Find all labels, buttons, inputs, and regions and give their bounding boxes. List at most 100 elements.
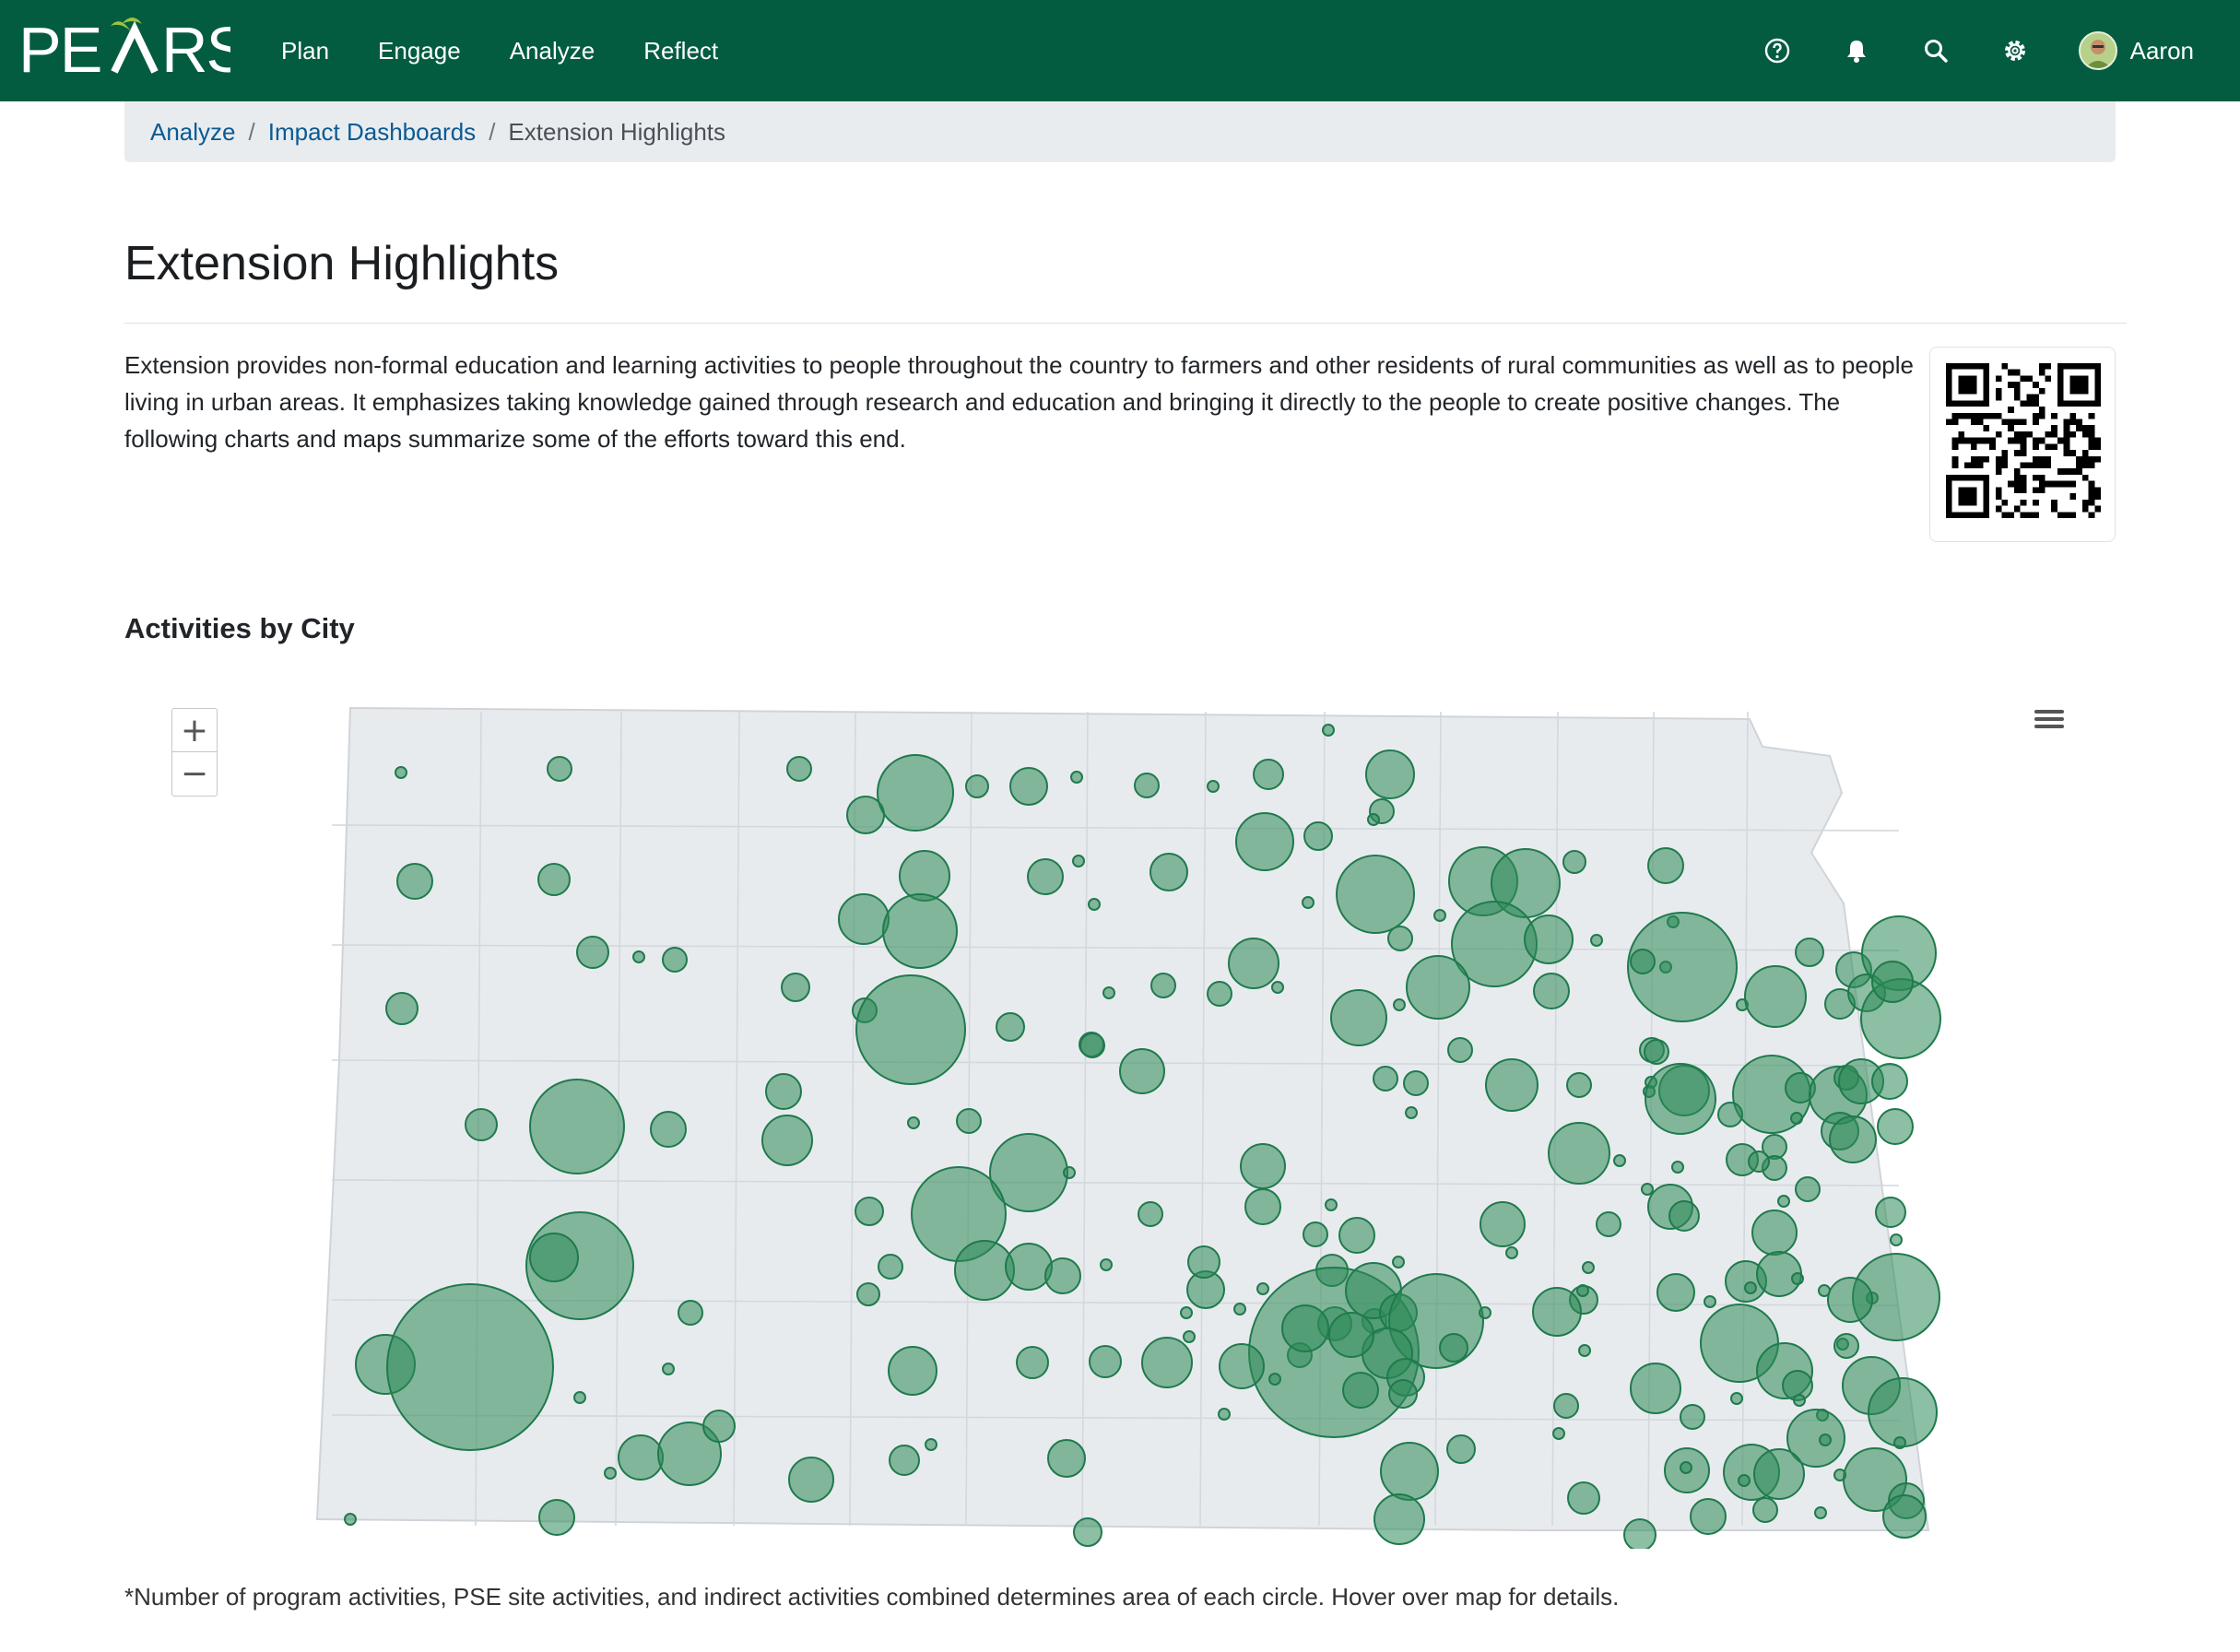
city-bubble[interactable]: [1877, 1108, 1914, 1145]
city-bubble[interactable]: [1553, 1393, 1579, 1419]
city-bubble[interactable]: [1532, 1287, 1582, 1337]
city-bubble[interactable]: [1446, 1434, 1476, 1464]
city-bubble[interactable]: [956, 1108, 982, 1134]
city-bubble[interactable]: [386, 1283, 554, 1451]
city-bubble[interactable]: [1235, 812, 1294, 871]
city-bubble[interactable]: [396, 863, 433, 900]
city-bubble[interactable]: [1668, 1200, 1700, 1232]
city-bubble[interactable]: [1303, 1221, 1328, 1247]
city-bubble[interactable]: [1480, 1201, 1526, 1247]
city-bubble[interactable]: [1829, 1115, 1877, 1163]
city-bubble[interactable]: [838, 893, 890, 945]
city-bubble[interactable]: [1548, 1122, 1610, 1185]
city-bubble[interactable]: [1893, 1436, 1906, 1449]
city-bubble[interactable]: [1744, 1281, 1757, 1294]
city-bubble[interactable]: [1752, 1497, 1778, 1523]
city-bubble[interactable]: [1871, 961, 1914, 1003]
city-bubble[interactable]: [1367, 813, 1380, 826]
city-bubble[interactable]: [788, 1457, 834, 1503]
city-bubble[interactable]: [618, 1434, 664, 1481]
city-bubble[interactable]: [395, 766, 407, 779]
city-bubble[interactable]: [650, 1111, 687, 1148]
city-bubble[interactable]: [529, 1233, 579, 1282]
city-bubble[interactable]: [1582, 1261, 1595, 1274]
city-bubble[interactable]: [1150, 973, 1176, 998]
city-bubble[interactable]: [1623, 1518, 1656, 1549]
city-bubble[interactable]: [1406, 955, 1470, 1020]
search-icon[interactable]: [1920, 35, 1951, 66]
city-bubble[interactable]: [1552, 1427, 1565, 1440]
city-bubble[interactable]: [702, 1410, 736, 1443]
city-bubble[interactable]: [1244, 1188, 1281, 1225]
city-bubble[interactable]: [1748, 1150, 1770, 1173]
city-bubble[interactable]: [344, 1513, 357, 1526]
city-bubble[interactable]: [1566, 1072, 1592, 1098]
nav-engage[interactable]: Engage: [378, 37, 461, 65]
city-bubble[interactable]: [1070, 771, 1083, 784]
city-bubble[interactable]: [1717, 1102, 1743, 1127]
zoom-in-button[interactable]: +: [172, 709, 217, 751]
city-bubble[interactable]: [1533, 973, 1570, 1009]
city-bubble[interactable]: [1738, 1474, 1751, 1487]
city-bubble[interactable]: [662, 1363, 675, 1375]
city-bubble[interactable]: [1183, 1330, 1196, 1343]
city-bubble[interactable]: [1119, 1048, 1165, 1094]
city-bubble[interactable]: [781, 973, 810, 1002]
city-bubble[interactable]: [1365, 749, 1415, 799]
city-bubble[interactable]: [1138, 1201, 1163, 1227]
city-bubble[interactable]: [1814, 1506, 1827, 1519]
city-bubble[interactable]: [1207, 780, 1220, 793]
city-bubble[interactable]: [855, 974, 966, 1085]
city-bubble[interactable]: [573, 1391, 586, 1404]
city-bubble[interactable]: [604, 1467, 617, 1480]
city-bubble[interactable]: [1338, 1217, 1375, 1254]
city-bubble[interactable]: [1871, 1063, 1908, 1100]
city-bubble[interactable]: [1505, 1246, 1518, 1259]
city-bubble[interactable]: [855, 1197, 884, 1226]
city-bubble[interactable]: [907, 1116, 920, 1129]
city-bubble[interactable]: [1578, 1344, 1591, 1357]
city-bubble[interactable]: [1380, 1442, 1439, 1501]
city-bubble[interactable]: [537, 863, 571, 896]
city-bubble[interactable]: [1219, 1343, 1265, 1389]
city-bubble[interactable]: [1325, 1198, 1338, 1211]
city-bubble[interactable]: [1005, 1243, 1053, 1291]
city-bubble[interactable]: [878, 1254, 903, 1280]
city-bubble[interactable]: [1405, 1106, 1418, 1119]
nav-analyze[interactable]: Analyze: [510, 37, 595, 65]
city-bubble[interactable]: [1868, 1377, 1938, 1447]
city-bubble[interactable]: [1791, 1272, 1804, 1285]
city-bubble[interactable]: [1141, 1337, 1193, 1388]
city-bubble[interactable]: [1079, 1032, 1105, 1058]
nav-reflect[interactable]: Reflect: [643, 37, 718, 65]
city-bubble[interactable]: [1328, 1312, 1374, 1358]
city-bubble[interactable]: [765, 1073, 802, 1110]
city-bubble[interactable]: [1882, 1494, 1927, 1539]
city-bubble[interactable]: [1063, 1166, 1076, 1179]
city-bubble[interactable]: [1044, 1257, 1081, 1294]
city-bubble[interactable]: [1330, 989, 1387, 1046]
city-bubble[interactable]: [1479, 1306, 1491, 1319]
pears-logo[interactable]: PE RS: [18, 11, 230, 87]
zoom-out-button[interactable]: −: [172, 751, 217, 795]
city-bubble[interactable]: [1641, 1183, 1654, 1196]
city-bubble[interactable]: [846, 796, 885, 834]
city-bubble[interactable]: [547, 756, 572, 782]
nav-plan[interactable]: Plan: [281, 37, 329, 65]
city-bubble[interactable]: [761, 1115, 813, 1166]
city-bubble[interactable]: [1524, 914, 1574, 964]
city-bubble[interactable]: [1240, 1143, 1286, 1189]
city-bubble[interactable]: [1088, 898, 1101, 911]
city-bubble[interactable]: [1753, 1448, 1805, 1500]
city-bubble[interactable]: [1089, 1345, 1122, 1378]
city-bubble[interactable]: [1207, 981, 1232, 1007]
city-bubble[interactable]: [1795, 938, 1824, 967]
city-bubble[interactable]: [1187, 1245, 1220, 1279]
city-bubble[interactable]: [1072, 855, 1085, 867]
city-bubble[interactable]: [1827, 1277, 1873, 1323]
user-menu[interactable]: Aaron: [2078, 31, 2194, 70]
city-bubble[interactable]: [1433, 909, 1446, 922]
city-bubble[interactable]: [1271, 981, 1284, 994]
city-bubble[interactable]: [1833, 1469, 1846, 1481]
city-bubble[interactable]: [1387, 926, 1413, 951]
